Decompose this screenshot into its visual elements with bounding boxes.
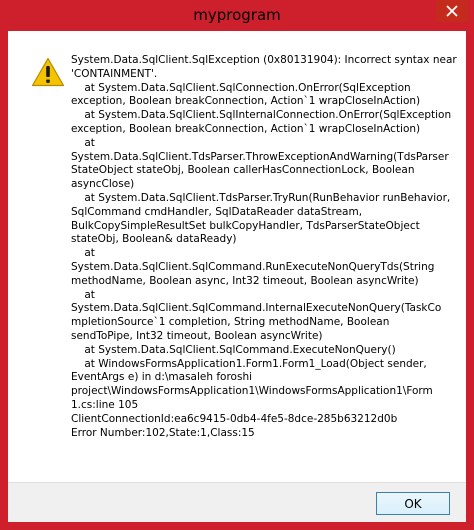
dialog-content: System.Data.SqlClient.SqlException (0x80…: [8, 31, 466, 522]
title-bar[interactable]: myprogram: [0, 0, 474, 31]
error-message-text: System.Data.SqlClient.SqlException (0x80…: [71, 54, 457, 439]
button-bar: OK: [8, 482, 466, 522]
ok-button[interactable]: OK: [376, 492, 450, 515]
close-button[interactable]: [436, 0, 468, 22]
message-box-window: myprogram System.Data.SqlClient.SqlExcep…: [0, 0, 474, 530]
window-title: myprogram: [193, 6, 281, 24]
warning-icon: [31, 57, 65, 87]
close-icon: [446, 5, 458, 17]
